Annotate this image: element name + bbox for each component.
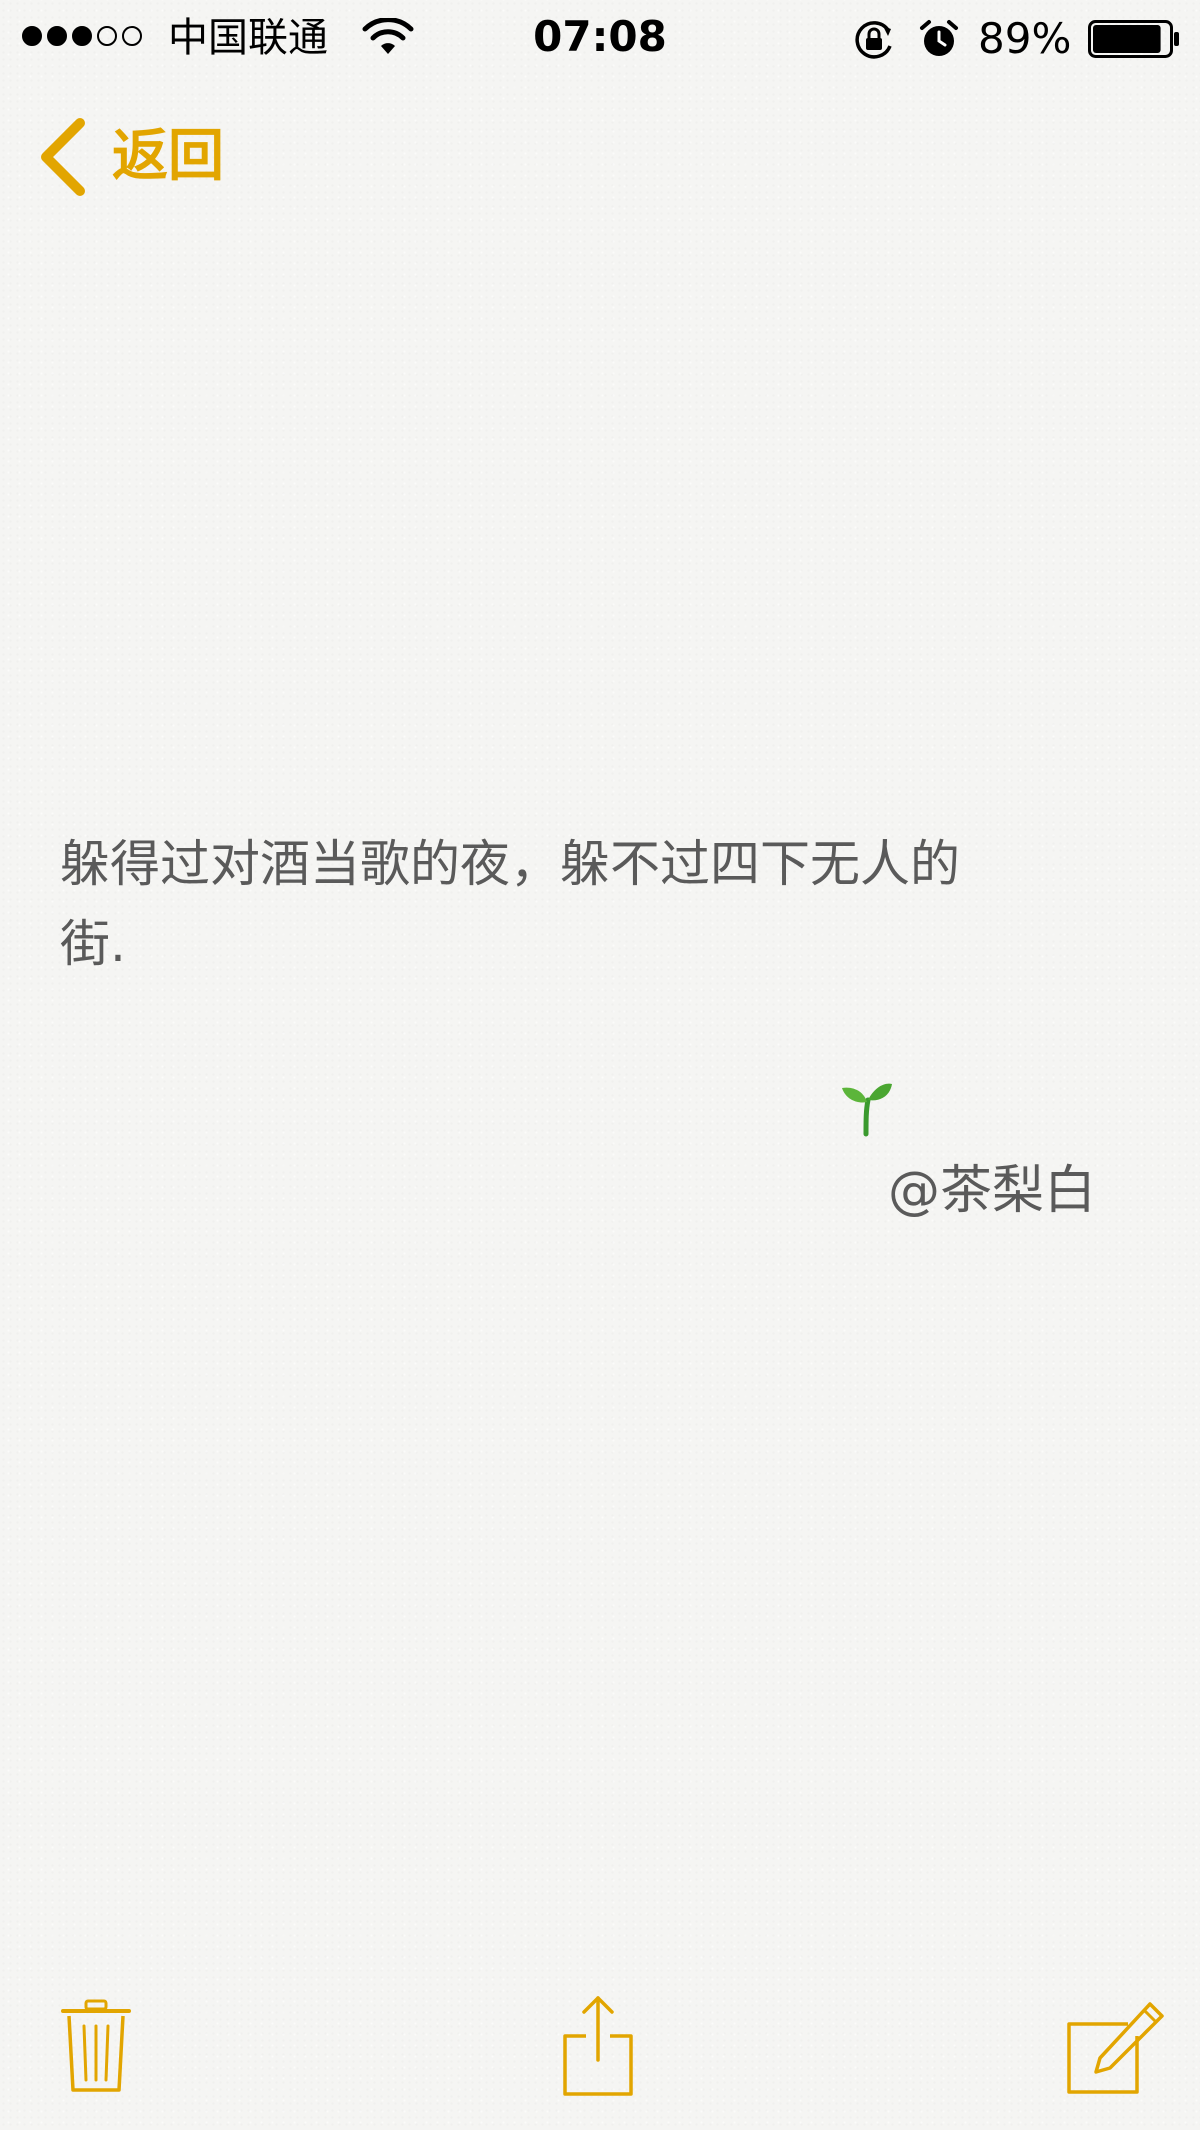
note-line: 街. <box>60 915 126 973</box>
seedling-icon <box>842 1083 892 1137</box>
note-body[interactable]: 躲得过对酒当歌的夜，躲不过四下无人的 街. <box>60 824 1080 984</box>
share-icon[interactable] <box>560 1994 636 2098</box>
battery-fill <box>1093 25 1161 53</box>
chevron-left-icon <box>41 118 85 196</box>
compose-icon[interactable] <box>1066 2000 1168 2096</box>
note-line: 躲得过对酒当歌的夜，躲不过四下无人的 <box>60 835 960 893</box>
trash-icon[interactable] <box>60 1998 132 2094</box>
battery-percent: 89% <box>978 14 1072 63</box>
rotation-lock-icon <box>855 21 892 59</box>
back-label: 返回 <box>112 124 224 189</box>
alarm-icon <box>920 20 958 56</box>
note-signature: @茶梨白 <box>888 1161 1097 1221</box>
battery-icon <box>1088 20 1179 58</box>
back-button[interactable]: 返回 <box>34 112 224 202</box>
status-bar: 中国联通 07:08 89% <box>0 0 1200 76</box>
